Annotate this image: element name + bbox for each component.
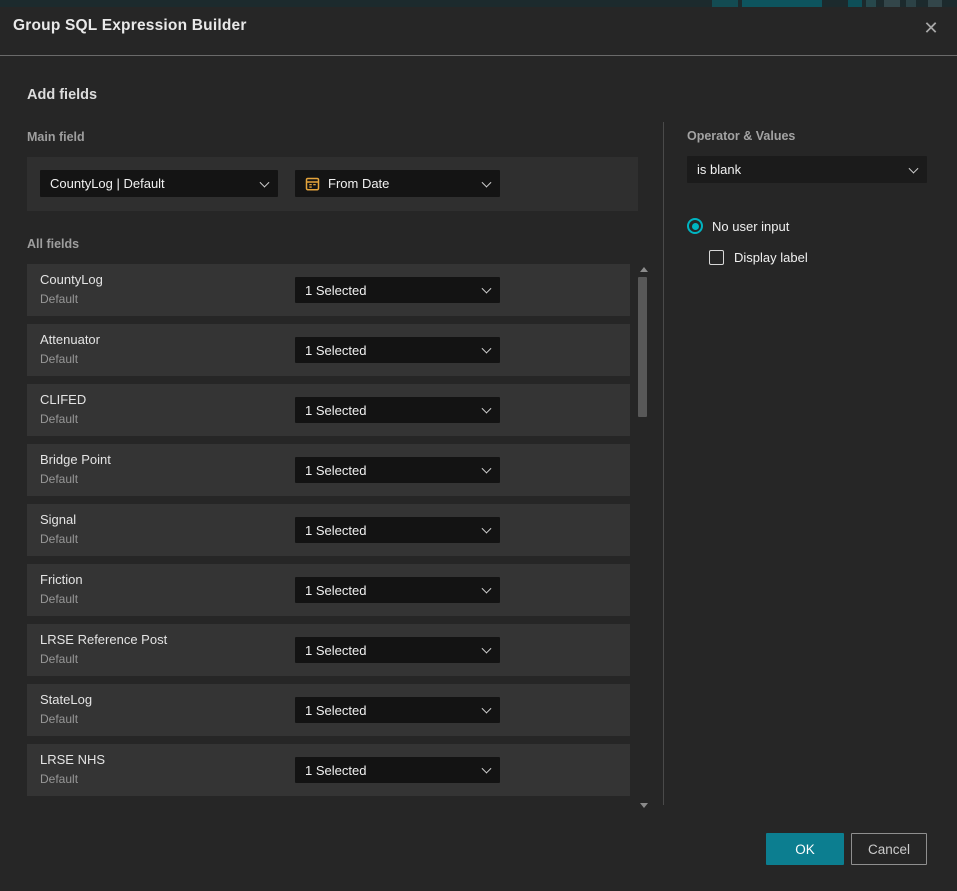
field-selected-dropdown[interactable]: 1 Selected <box>295 697 500 723</box>
operator-dropdown[interactable]: is blank <box>687 156 927 183</box>
field-sublabel: Default <box>40 532 78 546</box>
field-name: CountyLog <box>40 272 103 287</box>
panel-divider <box>663 122 664 805</box>
close-icon[interactable]: ✕ <box>918 15 944 41</box>
field-name: LRSE Reference Post <box>40 632 167 647</box>
field-row: Signal Default 1 Selected <box>27 504 630 556</box>
field-sublabel: Default <box>40 772 78 786</box>
field-selected-value: 1 Selected <box>305 703 366 718</box>
field-row: CLIFED Default 1 Selected <box>27 384 630 436</box>
main-field-value: From Date <box>328 176 389 191</box>
chevron-down-icon <box>482 464 492 474</box>
field-selected-value: 1 Selected <box>305 583 366 598</box>
field-name: Attenuator <box>40 332 100 347</box>
chevron-down-icon <box>260 177 270 187</box>
main-field-label: Main field <box>27 130 85 144</box>
field-name: Bridge Point <box>40 452 111 467</box>
field-selected-value: 1 Selected <box>305 283 366 298</box>
background-decoration <box>866 0 876 7</box>
background-decoration <box>742 0 822 7</box>
field-selected-value: 1 Selected <box>305 343 366 358</box>
field-selected-dropdown[interactable]: 1 Selected <box>295 757 500 783</box>
field-row: Attenuator Default 1 Selected <box>27 324 630 376</box>
chevron-down-icon <box>482 584 492 594</box>
field-selected-value: 1 Selected <box>305 643 366 658</box>
main-field-panel: CountyLog | Default From Date <box>27 157 638 211</box>
field-selected-dropdown[interactable]: 1 Selected <box>295 277 500 303</box>
background-decoration <box>712 0 738 7</box>
titlebar-divider <box>0 55 957 56</box>
checkbox-label[interactable]: Display label <box>734 250 808 265</box>
screen: Group SQL Expression Builder ✕ Add field… <box>0 0 957 891</box>
field-selected-dropdown[interactable]: 1 Selected <box>295 577 500 603</box>
field-selected-dropdown[interactable]: 1 Selected <box>295 397 500 423</box>
chevron-down-icon <box>482 284 492 294</box>
operator-value: is blank <box>697 162 741 177</box>
main-field-dropdown[interactable]: From Date <box>295 170 500 197</box>
field-name: Friction <box>40 572 83 587</box>
field-sublabel: Default <box>40 712 78 726</box>
field-selected-value: 1 Selected <box>305 403 366 418</box>
chevron-down-icon <box>482 644 492 654</box>
field-sublabel: Default <box>40 472 78 486</box>
field-name: StateLog <box>40 692 92 707</box>
field-selected-value: 1 Selected <box>305 463 366 478</box>
field-selected-dropdown[interactable]: 1 Selected <box>295 337 500 363</box>
field-name: Signal <box>40 512 76 527</box>
scroll-up-icon[interactable] <box>640 267 648 272</box>
field-selected-dropdown[interactable]: 1 Selected <box>295 517 500 543</box>
background-decoration <box>884 0 900 7</box>
field-sublabel: Default <box>40 592 78 606</box>
operator-values-label: Operator & Values <box>687 129 795 143</box>
group-sql-expression-builder-dialog: Group SQL Expression Builder ✕ Add field… <box>0 7 957 891</box>
field-name: LRSE NHS <box>40 752 105 767</box>
background-decoration <box>848 0 862 7</box>
chevron-down-icon <box>909 163 919 173</box>
main-field-source-value: CountyLog | Default <box>50 176 165 191</box>
add-fields-heading: Add fields <box>27 87 97 103</box>
main-field-source-dropdown[interactable]: CountyLog | Default <box>40 170 278 197</box>
field-row: Friction Default 1 Selected <box>27 564 630 616</box>
calendar-icon <box>305 176 320 191</box>
field-selected-dropdown[interactable]: 1 Selected <box>295 457 500 483</box>
radio-label[interactable]: No user input <box>712 219 789 234</box>
cancel-button[interactable]: Cancel <box>851 833 927 865</box>
field-row: Bridge Point Default 1 Selected <box>27 444 630 496</box>
checkbox[interactable] <box>709 250 724 265</box>
no-user-input-radio-row[interactable]: No user input <box>687 218 789 234</box>
scroll-down-icon[interactable] <box>640 803 648 808</box>
field-selected-dropdown[interactable]: 1 Selected <box>295 637 500 663</box>
display-label-checkbox-row[interactable]: Display label <box>709 250 808 265</box>
background-decoration <box>906 0 916 7</box>
chevron-down-icon <box>482 344 492 354</box>
all-fields-list: CountyLog Default 1 Selected Attenuator … <box>27 264 630 804</box>
field-row: StateLog Default 1 Selected <box>27 684 630 736</box>
chevron-down-icon <box>482 704 492 714</box>
field-selected-value: 1 Selected <box>305 763 366 778</box>
field-name: CLIFED <box>40 392 86 407</box>
all-fields-label: All fields <box>27 237 79 251</box>
field-sublabel: Default <box>40 352 78 366</box>
field-row: LRSE NHS Default 1 Selected <box>27 744 630 796</box>
scrollbar-thumb[interactable] <box>638 277 647 417</box>
field-sublabel: Default <box>40 412 78 426</box>
list-scrollbar[interactable] <box>636 264 650 810</box>
field-selected-value: 1 Selected <box>305 523 366 538</box>
field-row: CountyLog Default 1 Selected <box>27 264 630 316</box>
chevron-down-icon <box>482 764 492 774</box>
field-row: LRSE Reference Post Default 1 Selected <box>27 624 630 676</box>
field-sublabel: Default <box>40 292 78 306</box>
chevron-down-icon <box>482 404 492 414</box>
field-sublabel: Default <box>40 652 78 666</box>
radio-button[interactable] <box>687 218 703 234</box>
dialog-title: Group SQL Expression Builder <box>13 17 247 35</box>
background-app-bar <box>0 0 957 7</box>
chevron-down-icon <box>482 177 492 187</box>
ok-button[interactable]: OK <box>766 833 844 865</box>
background-decoration <box>928 0 942 7</box>
chevron-down-icon <box>482 524 492 534</box>
